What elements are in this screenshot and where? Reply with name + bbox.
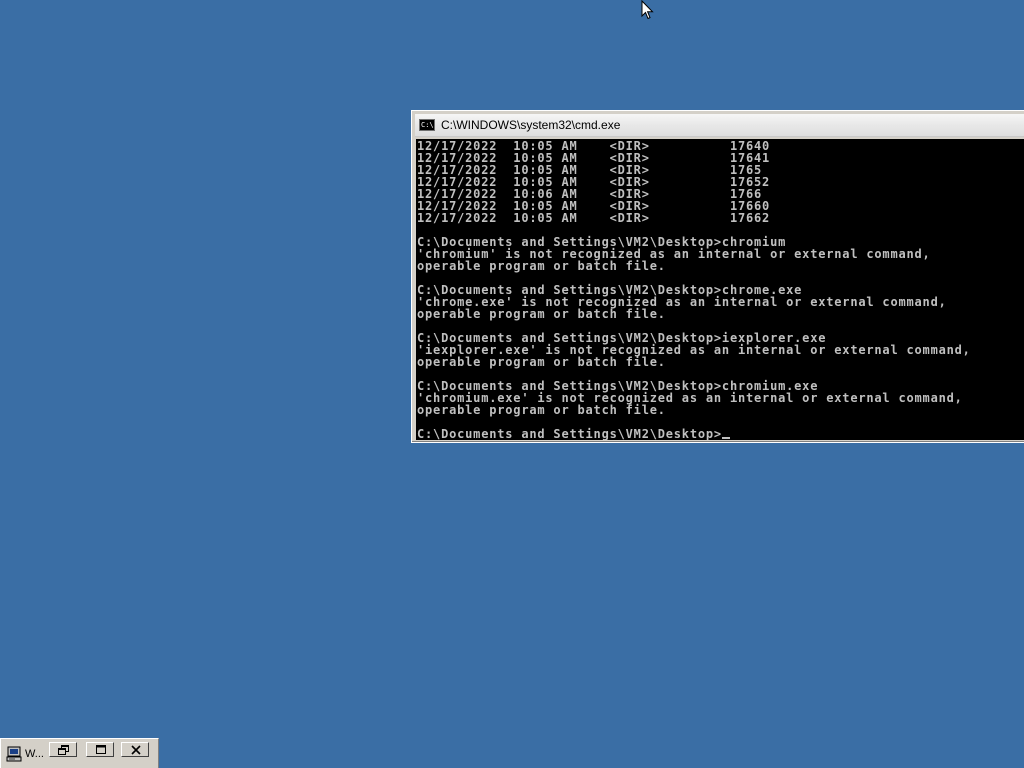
cmd-title-bar[interactable]: C:\ C:\WINDOWS\system32\cmd.exe	[415, 114, 1024, 137]
console-prompt-line[interactable]: C:\Documents and Settings\VM2\Desktop>	[417, 428, 971, 440]
console-line: 12/17/2022 10:05 AM <DIR> 17662	[417, 211, 771, 225]
cmd-window[interactable]: C:\ C:\WINDOWS\system32\cmd.exe 12/17/20…	[411, 110, 1024, 443]
console-line: operable program or batch file.	[417, 307, 666, 321]
console-line: operable program or batch file.	[417, 403, 666, 417]
console-icon: C:\	[419, 119, 435, 131]
console-lines: 12/17/2022 10:05 AM <DIR> 17640 12/17/202…	[417, 140, 971, 440]
text-cursor-icon	[721, 437, 730, 439]
restore-button[interactable]	[49, 742, 77, 757]
minimized-window-bar[interactable]: W...	[0, 738, 159, 768]
console-prompt: C:\Documents and Settings\VM2\Desktop>	[417, 427, 722, 440]
maximize-icon	[96, 745, 106, 754]
console-output[interactable]: 12/17/2022 10:05 AM <DIR> 17640 12/17/202…	[416, 139, 1024, 440]
computer-icon	[6, 746, 22, 762]
maximize-button[interactable]	[86, 742, 114, 757]
cmd-window-title: C:\WINDOWS\system32\cmd.exe	[441, 118, 621, 132]
close-button[interactable]	[121, 742, 149, 757]
mouse-cursor-icon	[641, 0, 655, 20]
close-icon	[131, 745, 141, 755]
minimized-window-label: W...	[25, 748, 44, 760]
console-line: operable program or batch file.	[417, 355, 666, 369]
restore-icon	[58, 745, 69, 755]
console-line: operable program or batch file.	[417, 259, 666, 273]
